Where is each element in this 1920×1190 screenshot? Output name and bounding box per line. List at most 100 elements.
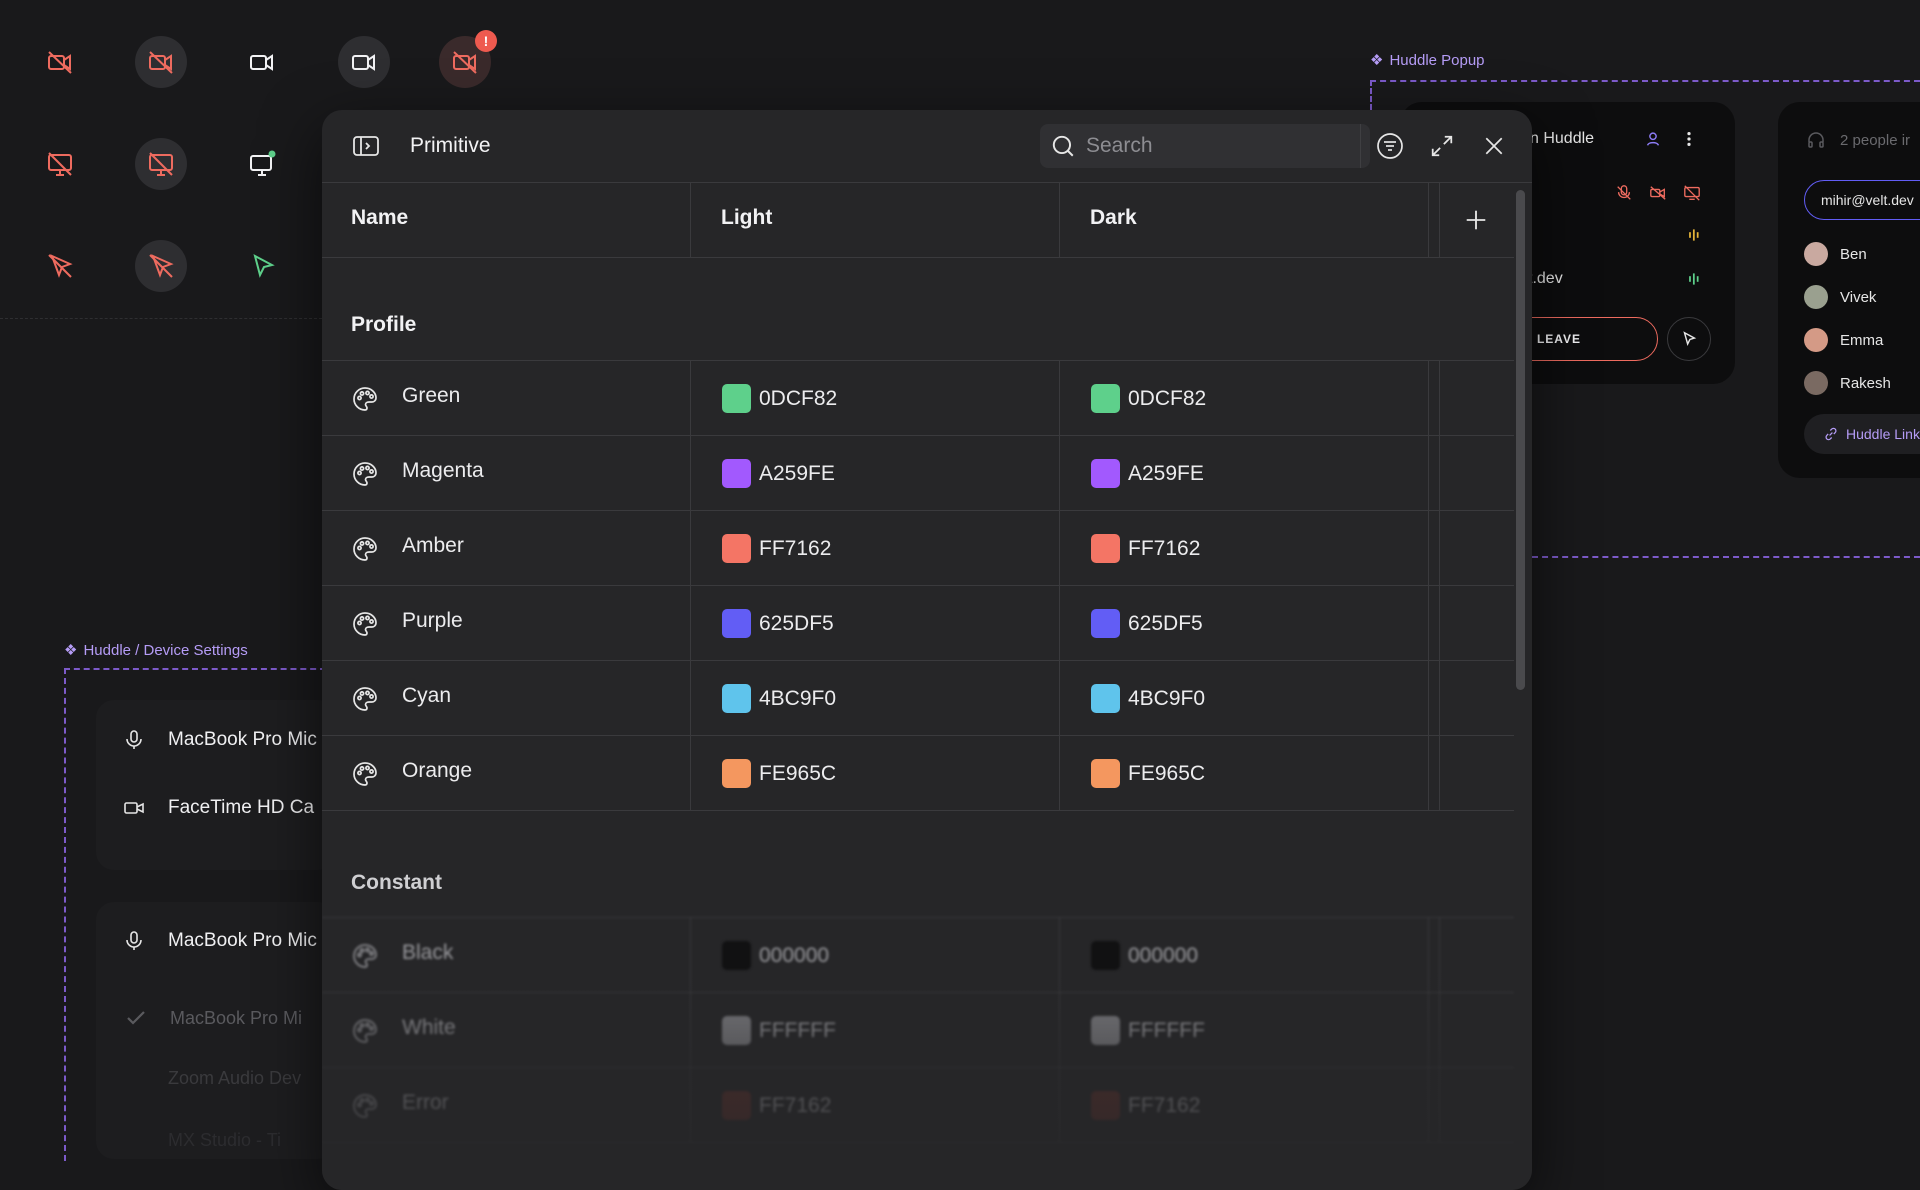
variable-name[interactable]: Orange <box>402 759 472 783</box>
huddle-link-button[interactable]: Huddle Link <box>1804 414 1920 454</box>
light-value-cell[interactable]: 000000 <box>722 941 829 970</box>
table-row[interactable]: White FFFFFF FFFFFF <box>322 992 1514 1068</box>
video-off-icon[interactable] <box>1649 184 1667 202</box>
search-box[interactable] <box>1040 124 1370 168</box>
dropdown-option[interactable]: MacBook Pro Mi <box>124 1006 302 1030</box>
dark-value-cell[interactable]: FF7162 <box>1091 534 1200 563</box>
color-swatch[interactable] <box>722 534 751 563</box>
close-button[interactable] <box>1478 130 1510 162</box>
light-value-cell[interactable]: 625DF5 <box>722 609 834 638</box>
dark-value-cell[interactable]: 625DF5 <box>1091 609 1203 638</box>
dark-value-cell[interactable]: 000000 <box>1091 941 1198 970</box>
variable-name[interactable]: White <box>402 1016 456 1040</box>
table-row[interactable]: Orange FE965C FE965C <box>322 735 1514 811</box>
screen-share-active-icon[interactable] <box>236 138 288 190</box>
color-swatch[interactable] <box>722 459 751 488</box>
add-column-button[interactable] <box>1460 204 1492 236</box>
video-icon[interactable] <box>236 36 288 88</box>
color-swatch[interactable] <box>1091 534 1120 563</box>
mic-off-icon[interactable] <box>1615 184 1633 202</box>
dark-value-cell[interactable]: FF7162 <box>1091 1091 1200 1120</box>
color-swatch[interactable] <box>722 1091 751 1120</box>
variable-name[interactable]: Magenta <box>402 459 484 483</box>
mic-dropdown-row[interactable]: MacBook Pro Mic <box>122 929 317 953</box>
color-swatch[interactable] <box>1091 941 1120 970</box>
participant-item[interactable]: Rakesh <box>1804 371 1891 395</box>
pointer-off-icon[interactable] <box>34 240 86 292</box>
column-divider <box>1428 586 1429 661</box>
light-value-cell[interactable]: A259FE <box>722 459 835 488</box>
dark-value-cell[interactable]: FE965C <box>1091 759 1205 788</box>
column-header-dark[interactable]: Dark <box>1090 206 1137 230</box>
light-value-cell[interactable]: 0DCF82 <box>722 384 837 413</box>
color-swatch[interactable] <box>722 759 751 788</box>
screen-off-icon[interactable] <box>34 138 86 190</box>
variable-name[interactable]: Cyan <box>402 684 451 708</box>
table-row[interactable]: Purple 625DF5 625DF5 <box>322 585 1514 661</box>
video-off-alert-icon[interactable]: ! <box>439 30 497 88</box>
search-input[interactable] <box>1084 133 1338 159</box>
participant-item[interactable]: Ben <box>1804 242 1867 266</box>
participant-item[interactable]: Vivek <box>1804 285 1876 309</box>
dark-value-cell[interactable]: A259FE <box>1091 459 1204 488</box>
color-swatch[interactable] <box>1091 459 1120 488</box>
participant-item[interactable]: Emma <box>1804 328 1883 352</box>
column-header-name[interactable]: Name <box>351 206 408 230</box>
user-icon[interactable] <box>1644 130 1662 148</box>
more-vertical-icon[interactable] <box>1680 130 1698 148</box>
color-swatch[interactable] <box>722 684 751 713</box>
expand-button[interactable] <box>1426 130 1458 162</box>
video-off-icon[interactable] <box>34 36 86 88</box>
color-swatch[interactable] <box>1091 609 1120 638</box>
color-swatch[interactable] <box>1091 1091 1120 1120</box>
video-off-icon[interactable] <box>135 36 187 88</box>
light-value-cell[interactable]: FF7162 <box>722 534 831 563</box>
dark-value-cell[interactable]: 0DCF82 <box>1091 384 1206 413</box>
pointer-button[interactable] <box>1667 317 1711 361</box>
color-swatch[interactable] <box>1091 759 1120 788</box>
invite-email-field[interactable]: mihir@velt.dev <box>1804 180 1920 220</box>
filter-button[interactable] <box>1374 130 1406 162</box>
hex-value: 625DF5 <box>759 611 834 635</box>
light-value-cell[interactable]: FFFFFF <box>722 1016 836 1045</box>
light-value-cell[interactable]: 4BC9F0 <box>722 684 836 713</box>
hex-value: FFFFFF <box>759 1018 836 1042</box>
variable-name[interactable]: Black <box>402 941 453 965</box>
pointer-icon[interactable] <box>236 240 288 292</box>
dropdown-option[interactable]: Zoom Audio Dev <box>168 1068 301 1089</box>
screen-off-icon[interactable] <box>135 138 187 190</box>
dropdown-option[interactable]: MX Studio - Ti <box>168 1130 281 1151</box>
variable-name[interactable]: Purple <box>402 609 463 633</box>
pointer-off-icon[interactable] <box>135 240 187 292</box>
color-swatch[interactable] <box>1091 384 1120 413</box>
variable-name[interactable]: Error <box>402 1091 449 1115</box>
color-swatch[interactable] <box>722 609 751 638</box>
light-value-cell[interactable]: FE965C <box>722 759 836 788</box>
table-row[interactable]: Magenta A259FE A259FE <box>322 435 1514 511</box>
variable-name[interactable]: Amber <box>402 534 464 558</box>
headphones-icon <box>1808 132 1824 148</box>
video-icon[interactable] <box>338 36 390 88</box>
dark-value-cell[interactable]: FFFFFF <box>1091 1016 1205 1045</box>
color-swatch[interactable] <box>722 941 751 970</box>
palette-icon <box>351 1092 379 1120</box>
light-value-cell[interactable]: FF7162 <box>722 1091 831 1120</box>
color-swatch[interactable] <box>1091 1016 1120 1045</box>
table-row[interactable]: Error FF7162 FF7162 <box>322 1067 1514 1143</box>
color-swatch[interactable] <box>722 1016 751 1045</box>
scrollbar[interactable] <box>1516 190 1525 690</box>
mic-device-row[interactable]: MacBook Pro Mic <box>122 728 317 752</box>
color-swatch[interactable] <box>1091 684 1120 713</box>
camera-device-row[interactable]: FaceTime HD Ca <box>122 796 314 820</box>
variable-name[interactable]: Green <box>402 384 460 408</box>
screen-off-icon[interactable] <box>1683 184 1701 202</box>
table-row[interactable]: Amber FF7162 FF7162 <box>322 510 1514 586</box>
color-swatch[interactable] <box>722 384 751 413</box>
column-divider <box>1428 993 1429 1068</box>
table-row[interactable]: Green 0DCF82 0DCF82 <box>322 360 1514 436</box>
table-row[interactable]: Black 000000 000000 <box>322 917 1514 993</box>
table-row[interactable]: Cyan 4BC9F0 4BC9F0 <box>322 660 1514 736</box>
dark-value-cell[interactable]: 4BC9F0 <box>1091 684 1205 713</box>
toggle-sidebar-button[interactable] <box>352 132 380 160</box>
column-header-light[interactable]: Light <box>721 206 772 230</box>
